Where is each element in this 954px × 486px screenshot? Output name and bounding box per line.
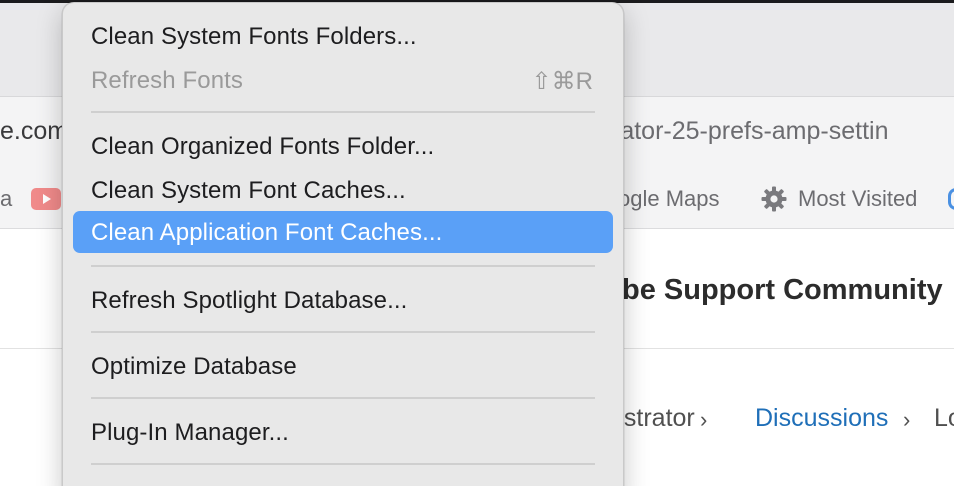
- menu-item-label: Clean Application Font Caches...: [91, 219, 443, 246]
- menu-item-plug-in-manager[interactable]: Plug-In Manager...: [73, 411, 613, 453]
- menu-separator: [91, 265, 595, 267]
- shortcut-label: ⇧⌘R: [531, 68, 593, 95]
- menu-item-clean-system-font-caches[interactable]: Clean System Font Caches...: [73, 169, 613, 211]
- font-tools-menu: Clean System Fonts Folders... Refresh Fo…: [62, 2, 624, 486]
- menu-separator: [91, 331, 595, 333]
- breadcrumb-current[interactable]: Lo: [934, 404, 954, 433]
- bookmark-most-visited[interactable]: Most Visited: [798, 186, 917, 212]
- menu-item-label: Clean Organized Fonts Folder...: [91, 133, 435, 160]
- menu-item-clean-system-fonts-folders[interactable]: Clean System Fonts Folders...: [73, 15, 613, 57]
- menu-separator: [91, 397, 595, 399]
- breadcrumb-discussions[interactable]: Discussions: [755, 404, 888, 433]
- menu-item-label: Clean System Fonts Folders...: [91, 23, 417, 50]
- breadcrumb-chevron-icon: ›: [903, 407, 911, 432]
- bookmark-google-maps[interactable]: ogle Maps: [618, 186, 720, 212]
- toolbar-edge-icon: [948, 188, 954, 210]
- url-text-left: e.com: [0, 117, 69, 145]
- breadcrumb-chevron-icon: ›: [700, 407, 708, 432]
- menu-item-label: Refresh Fonts: [91, 67, 244, 94]
- page-title: be Support Community: [622, 274, 943, 306]
- gear-icon: [760, 185, 788, 213]
- menu-item-label: Optimize Database: [91, 353, 297, 380]
- menu-separator: [91, 463, 595, 465]
- youtube-icon[interactable]: [31, 188, 61, 210]
- menu-item-clean-organized-fonts-folder[interactable]: Clean Organized Fonts Folder...: [73, 125, 613, 167]
- menu-separator: [91, 111, 595, 113]
- menu-item-refresh-spotlight-database[interactable]: Refresh Spotlight Database...: [73, 279, 613, 321]
- bookmark-fragment[interactable]: a: [0, 186, 12, 212]
- menu-item-label: Refresh Spotlight Database...: [91, 287, 408, 314]
- menu-item-label: Plug-In Manager...: [91, 419, 289, 446]
- menu-item-label: Clean System Font Caches...: [91, 177, 406, 204]
- menu-item-optimize-database[interactable]: Optimize Database: [73, 345, 613, 387]
- menu-item-refresh-fonts: Refresh Fonts ⇧⌘R: [73, 59, 613, 101]
- url-text-right: rator-25-prefs-amp-settin: [612, 117, 889, 145]
- menu-item-clean-application-font-caches[interactable]: Clean Application Font Caches...: [73, 211, 613, 253]
